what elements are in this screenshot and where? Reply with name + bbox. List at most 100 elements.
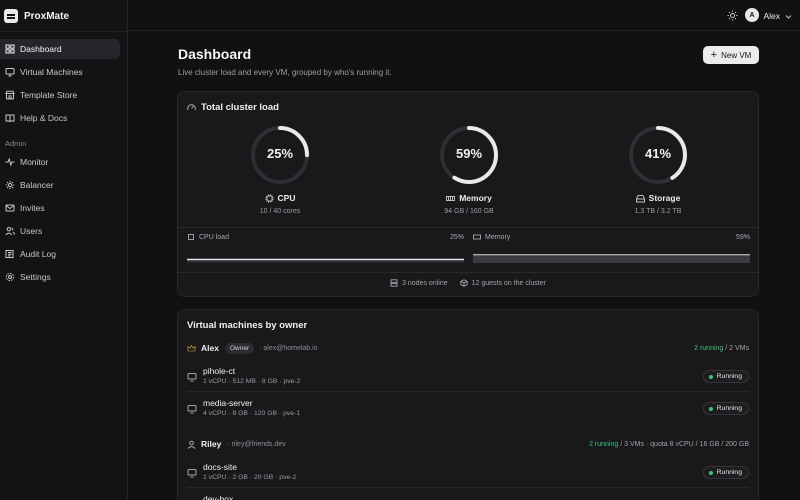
memory-label: Memory — [459, 193, 492, 203]
new-vm-button[interactable]: + New VM — [703, 46, 759, 64]
monitor-icon — [187, 469, 197, 478]
sidebar-item-invites[interactable]: Invites — [0, 198, 120, 218]
storage-detail: 1.3 TB / 3.2 TB — [634, 208, 682, 215]
sidebar-item-label: Template Store — [20, 90, 78, 100]
memory-gauge: 59% Memory 94 GB / 160 GB — [409, 124, 529, 215]
monitor-icon — [187, 405, 197, 414]
cluster-load-header: Total cluster load — [187, 102, 279, 113]
memory-load-area — [473, 254, 750, 263]
page-subtitle: Live cluster load and every VM, grouped … — [178, 68, 392, 77]
vm-row[interactable]: docs-site 1 vCPU · 2 GB · 20 GB · pve-2 … — [187, 458, 749, 488]
sidebar-item-dashboard[interactable]: Dashboard — [0, 39, 120, 59]
divider — [178, 272, 758, 273]
vms-by-owner-card: Virtual machines by owner Alex Owner · a… — [177, 309, 759, 500]
monitor-icon — [187, 373, 197, 382]
cpu-icon — [265, 194, 274, 202]
status-dot — [708, 470, 713, 475]
cluster-footer: 3 nodes online 12 guests on the cluster — [178, 279, 758, 287]
vm-name[interactable]: dev-box — [203, 494, 233, 500]
settings-icon — [5, 272, 15, 282]
brand[interactable]: ProxMate — [4, 8, 69, 24]
cpu-load-sparkline: CPU load 25% — [187, 233, 464, 269]
status-dot — [708, 406, 713, 411]
brand-name: ProxMate — [24, 10, 70, 22]
status-badge: Running — [702, 402, 749, 415]
vm-row[interactable]: pihole-ct 1 vCPU · 512 MB · 8 GB · pve-2… — [187, 362, 749, 392]
sidebar-item-template-store[interactable]: Template Store — [0, 85, 120, 105]
vm-row[interactable]: dev-box — [187, 490, 749, 500]
user-name[interactable]: Alex — [763, 11, 780, 21]
server-logo-icon — [4, 9, 18, 23]
plus-icon: + — [710, 48, 718, 61]
cpu-load-header: CPU load 25% — [187, 233, 464, 241]
monitor-icon — [5, 67, 15, 77]
top-bar: A Alex — [128, 0, 800, 31]
chevron-down-icon[interactable] — [785, 12, 792, 19]
status-badge: Running — [702, 466, 749, 479]
sidebar-item-monitor[interactable]: Monitor — [0, 152, 120, 172]
cpu-load-percent: 25% — [449, 233, 464, 241]
sidebar-item-audit-log[interactable]: Audit Log — [0, 244, 120, 264]
vm-row[interactable]: media-server 4 vCPU · 8 GB · 120 GB · pv… — [187, 394, 749, 424]
vms-by-owner-header: Virtual machines by owner — [187, 320, 307, 331]
status-dot — [708, 374, 713, 379]
memory-detail: 94 GB / 160 GB — [444, 208, 494, 215]
user-icon — [187, 440, 196, 449]
sidebar-item-virtual-machines[interactable]: Virtual Machines — [0, 62, 120, 82]
status-text: Running — [716, 405, 742, 412]
cpu-label: CPU — [277, 193, 296, 203]
sidebar-item-label: Invites — [20, 203, 45, 213]
memory-percent: 59% — [455, 146, 483, 161]
server-icon — [390, 279, 398, 287]
storage-percent: 41% — [644, 146, 672, 161]
admin-nav: Monitor Balancer Invites Users Audit Log — [0, 152, 128, 290]
users-icon — [5, 226, 15, 236]
sidebar-item-settings[interactable]: Settings — [0, 267, 120, 287]
page-title: Dashboard — [178, 46, 252, 62]
mail-icon — [5, 203, 15, 213]
avatar[interactable]: A — [745, 8, 759, 22]
owner-vm-summary: 2 running / 3 VMs · quota 8 vCPU / 16 GB… — [589, 441, 749, 448]
memory-icon — [446, 195, 456, 201]
memory-load-header: Memory 59% — [473, 233, 750, 241]
owner-name: Alex — [201, 343, 219, 353]
status-badge: Running — [702, 370, 749, 383]
cpu-gauge: 25% CPU 10 / 40 cores — [220, 124, 340, 215]
guests-count: 12 guests on the cluster — [459, 279, 546, 287]
book-icon — [5, 113, 15, 123]
gauge-icon — [187, 104, 196, 111]
activity-icon — [5, 157, 15, 167]
memory-load-sparkline: Memory 59% — [473, 233, 750, 269]
cpu-label-row: CPU — [220, 193, 340, 203]
vm-name[interactable]: docs-site — [203, 462, 237, 472]
vm-spec: 4 vCPU · 8 GB · 120 GB · pve-1 — [203, 410, 301, 417]
divider — [178, 227, 758, 228]
gear-icon — [5, 180, 15, 190]
owner-vm-summary: 2 running / 2 VMs — [694, 345, 749, 352]
sidebar-item-users[interactable]: Users — [0, 221, 120, 241]
status-text: Running — [716, 469, 742, 476]
admin-section-label: Admin — [5, 139, 27, 148]
cluster-load-card: Total cluster load 25% CPU 10 / 40 cores… — [177, 91, 759, 297]
sidebar-item-label: Monitor — [20, 157, 49, 167]
running-count: 2 running — [694, 344, 724, 352]
vm-name[interactable]: media-server — [203, 398, 253, 408]
memory-load-percent: 59% — [735, 233, 750, 241]
vm-name[interactable]: pihole-ct — [203, 366, 235, 376]
sidebar-item-help-docs[interactable]: Help & Docs — [0, 108, 120, 128]
sidebar-item-balancer[interactable]: Balancer — [0, 175, 120, 195]
nodes-online: 3 nodes online — [390, 279, 448, 287]
sun-icon[interactable] — [727, 10, 738, 21]
running-count: 2 running — [589, 440, 619, 448]
owner-email: · alex@homelab.io — [259, 344, 318, 352]
owner-email: · riley@friends.dev — [227, 440, 286, 448]
storage-gauge: 41% Storage 1.3 TB / 3.2 TB — [598, 124, 718, 215]
cpu-load-plot — [187, 249, 464, 263]
sidebar-item-label: Help & Docs — [20, 113, 68, 123]
cpu-load-label: CPU load — [199, 233, 229, 241]
memory-load-label: Memory — [485, 233, 511, 241]
memory-icon — [473, 234, 481, 240]
new-vm-label: New VM — [721, 50, 752, 60]
cluster-load-title: Total cluster load — [201, 102, 279, 113]
cpu-percent: 25% — [266, 146, 294, 161]
